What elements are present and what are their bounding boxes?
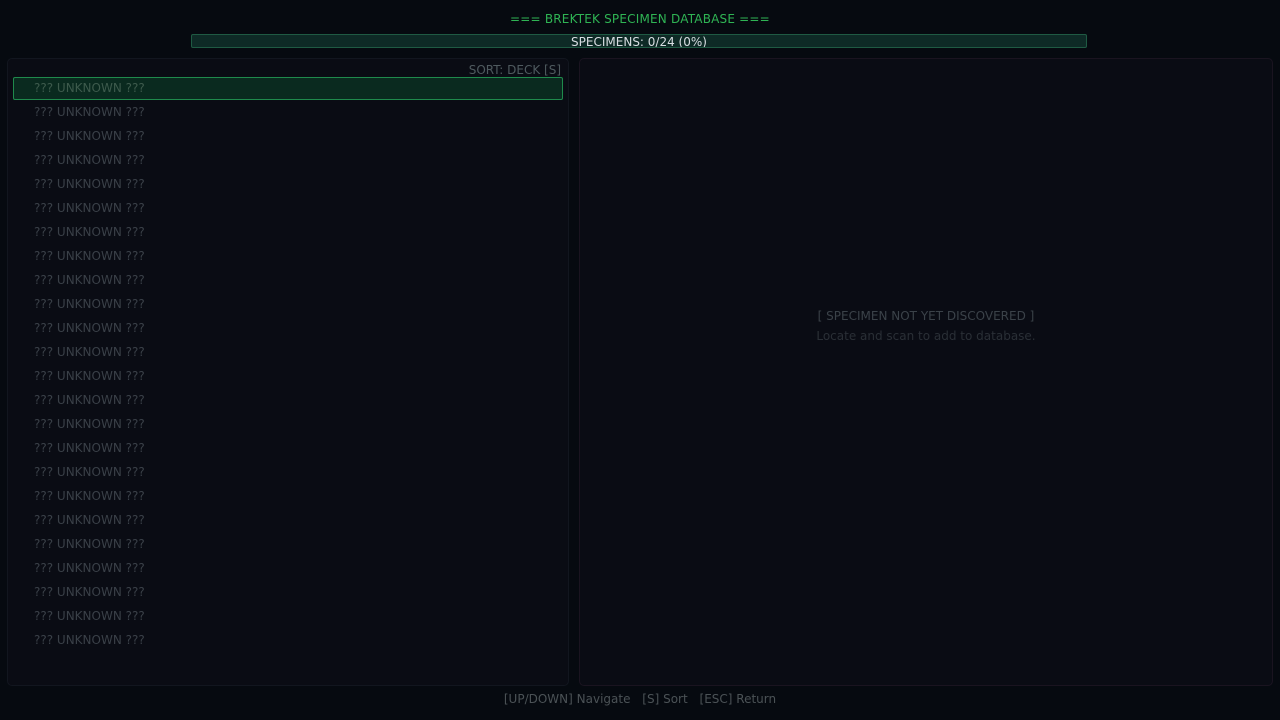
specimen-list-item[interactable]: ??? UNKNOWN ??? — [8, 532, 568, 556]
specimen-list-item[interactable]: ??? UNKNOWN ??? — [8, 292, 568, 316]
specimen-list-item[interactable]: ??? UNKNOWN ??? — [8, 268, 568, 292]
detail-message: [ SPECIMEN NOT YET DISCOVERED ] Locate a… — [580, 308, 1272, 344]
specimen-list-item[interactable]: ??? UNKNOWN ??? — [8, 100, 568, 124]
specimen-list: ??? UNKNOWN ?????? UNKNOWN ?????? UNKNOW… — [8, 77, 568, 652]
hint-sort: [S] Sort — [642, 692, 688, 706]
specimen-list-item[interactable]: ??? UNKNOWN ??? — [8, 316, 568, 340]
specimen-list-item[interactable]: ??? UNKNOWN ??? — [8, 220, 568, 244]
specimen-progress-bar: SPECIMENS: 0/24 (0%) — [191, 34, 1087, 48]
sort-toggle[interactable]: SORT: DECK [S] — [469, 63, 561, 77]
specimen-list-item[interactable]: ??? UNKNOWN ??? — [8, 556, 568, 580]
specimen-list-item[interactable]: ??? UNKNOWN ??? — [8, 412, 568, 436]
hint-navigate: [UP/DOWN] Navigate — [503, 692, 631, 706]
specimen-list-item[interactable]: ??? UNKNOWN ??? — [8, 244, 568, 268]
page-title: === BREKTEK SPECIMEN DATABASE === — [510, 12, 770, 26]
specimen-list-item[interactable]: ??? UNKNOWN ??? — [8, 388, 568, 412]
specimen-list-item[interactable]: ??? UNKNOWN ??? — [8, 580, 568, 604]
specimen-list-item[interactable]: ??? UNKNOWN ??? — [8, 628, 568, 652]
hint-return: [ESC] Return — [699, 692, 777, 706]
specimen-list-item[interactable]: ??? UNKNOWN ??? — [8, 172, 568, 196]
specimen-database-screen: === BREKTEK SPECIMEN DATABASE === SPECIM… — [0, 0, 1280, 720]
specimen-list-item[interactable]: ??? UNKNOWN ??? — [13, 77, 563, 100]
specimen-list-item[interactable]: ??? UNKNOWN ??? — [8, 436, 568, 460]
specimen-list-item[interactable]: ??? UNKNOWN ??? — [8, 148, 568, 172]
specimen-list-item[interactable]: ??? UNKNOWN ??? — [8, 196, 568, 220]
specimen-list-panel: SORT: DECK [S] ??? UNKNOWN ?????? UNKNOW… — [7, 58, 569, 686]
controls-hint-bar: [UP/DOWN] Navigate [S] Sort [ESC] Return — [0, 691, 1280, 707]
detail-title: [ SPECIMEN NOT YET DISCOVERED ] — [817, 309, 1035, 323]
specimen-list-item[interactable]: ??? UNKNOWN ??? — [8, 340, 568, 364]
specimen-list-item[interactable]: ??? UNKNOWN ??? — [8, 460, 568, 484]
specimen-list-item[interactable]: ??? UNKNOWN ??? — [8, 508, 568, 532]
specimen-list-item[interactable]: ??? UNKNOWN ??? — [8, 604, 568, 628]
specimen-list-item[interactable]: ??? UNKNOWN ??? — [8, 364, 568, 388]
specimen-list-item[interactable]: ??? UNKNOWN ??? — [8, 124, 568, 148]
progress-label: SPECIMENS: 0/24 (0%) — [571, 35, 707, 48]
detail-subtitle: Locate and scan to add to database. — [816, 329, 1036, 343]
specimen-list-item[interactable]: ??? UNKNOWN ??? — [8, 484, 568, 508]
specimen-detail-panel: [ SPECIMEN NOT YET DISCOVERED ] Locate a… — [579, 58, 1273, 686]
